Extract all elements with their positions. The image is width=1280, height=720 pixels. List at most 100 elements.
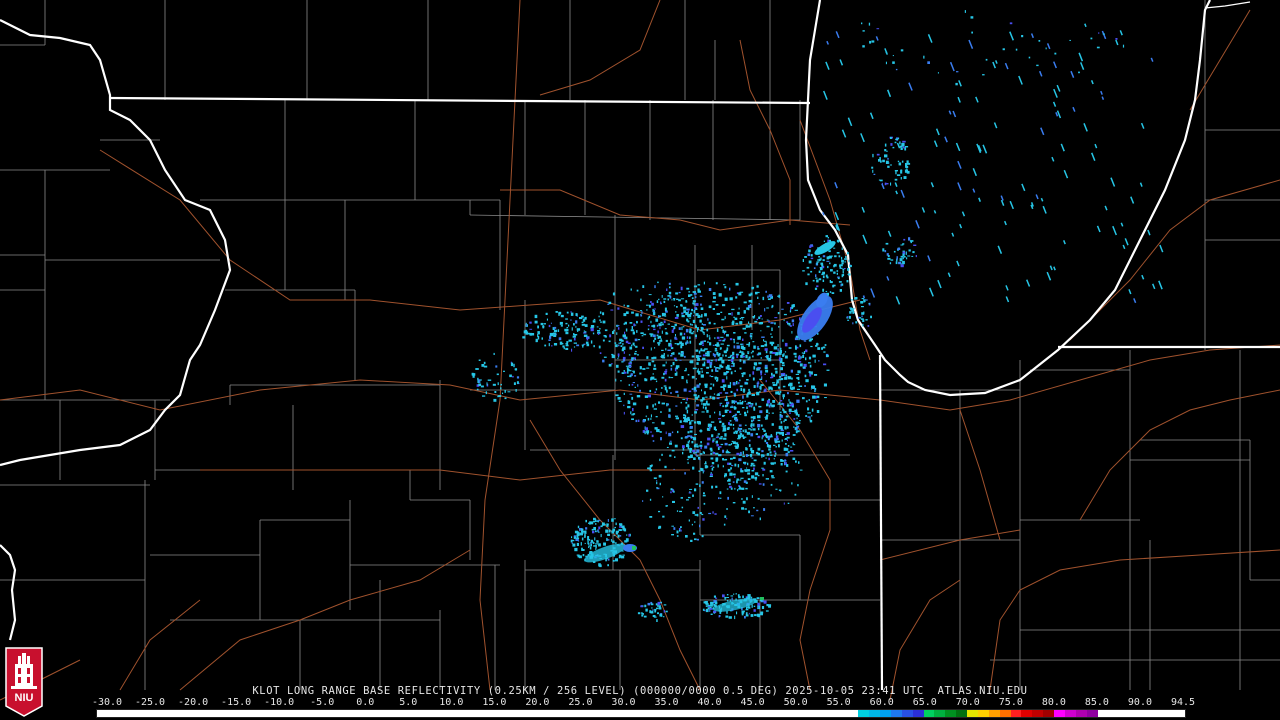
radar-echo-pixel xyxy=(716,440,718,443)
radar-echo-pixel xyxy=(736,410,740,413)
radar-echo-pixel xyxy=(707,341,709,343)
radar-echo-pixel xyxy=(758,303,760,305)
radar-echo-pixel xyxy=(778,444,780,448)
radar-echo-pixel xyxy=(819,267,823,271)
radar-echo-pixel xyxy=(838,255,841,258)
radar-echo-pixel xyxy=(694,538,697,541)
radar-echo-pixel xyxy=(693,386,697,391)
radar-echo-pixel xyxy=(720,336,724,338)
radar-echo-pixel xyxy=(696,445,699,448)
radar-echo-pixel xyxy=(696,362,699,365)
radar-echo-pixel xyxy=(798,461,800,464)
radar-echo-pixel xyxy=(714,513,717,515)
radar-echo-pixel xyxy=(724,286,727,289)
radar-echo-pixel xyxy=(649,364,652,366)
radar-echo-pixel xyxy=(634,386,636,388)
radar-echo-pixel xyxy=(775,446,777,448)
radar-echo-pixel xyxy=(573,535,577,537)
radar-echo-pixel xyxy=(742,595,744,599)
colorbar-step xyxy=(107,710,119,717)
radar-echo-pixel xyxy=(759,322,763,325)
radar-echo-pixel xyxy=(555,311,558,313)
radar-echo-pixel xyxy=(477,377,479,381)
radar-echo-pixel xyxy=(525,329,528,333)
radar-echo-pixel xyxy=(742,343,744,345)
radar-echo-pixel xyxy=(576,542,579,546)
radar-echo-pixel xyxy=(787,322,789,325)
radar-echo-pixel xyxy=(861,306,864,308)
radar-echo-pixel xyxy=(722,329,724,333)
radar-echo-pixel xyxy=(761,606,765,609)
radar-echo-pixel xyxy=(708,321,711,325)
radar-echo-pixel xyxy=(513,363,515,368)
radar-echo-pixel xyxy=(482,395,486,397)
radar-echo-pixel xyxy=(784,355,788,359)
radar-echo-pixel xyxy=(760,330,762,332)
radar-echo-pixel xyxy=(773,458,775,460)
radar-echo-pixel xyxy=(750,596,753,599)
radar-echo-pixel xyxy=(732,502,736,504)
colorbar-step xyxy=(281,710,293,717)
radar-echo-pixel xyxy=(783,502,785,505)
radar-echo-pixel xyxy=(753,605,756,607)
radar-echo-pixel xyxy=(649,498,652,501)
radar-echo-pixel xyxy=(671,431,674,434)
radar-echo-pixel xyxy=(592,530,595,534)
radar-echo-pixel xyxy=(716,313,720,315)
radar-echo-pixel xyxy=(726,334,729,337)
radar-echo-pixel xyxy=(668,432,672,437)
radar-echo-pixel xyxy=(698,470,701,472)
radar-echo-pixel xyxy=(598,345,601,349)
radar-echo-pixel xyxy=(808,399,810,401)
radar-echo-pixel xyxy=(899,258,903,262)
radar-echo-pixel xyxy=(738,424,742,427)
radar-echo-pixel xyxy=(665,431,667,435)
radar-echo-pixel xyxy=(646,356,649,359)
scale-label: 45.0 xyxy=(740,697,765,708)
colorbar-step xyxy=(1141,710,1152,717)
radar-echo-pixel xyxy=(716,344,720,347)
radar-echo-pixel xyxy=(786,432,790,435)
radar-echo-pixel xyxy=(537,334,539,338)
radar-echo-pixel xyxy=(651,607,653,609)
radar-echo-pixel xyxy=(757,474,760,477)
radar-echo-pixel xyxy=(631,344,633,347)
radar-echo-pixel xyxy=(739,318,742,320)
radar-echo-pixel xyxy=(766,319,769,321)
radar-echo-pixel xyxy=(861,298,864,300)
radar-echo-pixel xyxy=(781,374,785,376)
radar-echo-pixel xyxy=(695,337,697,339)
radar-echo-pixel xyxy=(651,464,653,467)
radar-echo-pixel xyxy=(628,354,631,356)
radar-echo-pixel xyxy=(766,325,770,328)
radar-echo-pixel xyxy=(631,326,633,330)
colorbar-step xyxy=(782,710,793,717)
radar-echo-pixel xyxy=(664,378,667,382)
radar-echo-pixel xyxy=(722,339,725,342)
radar-echo-pixel xyxy=(865,319,868,321)
scale-label: 85.0 xyxy=(1084,697,1109,708)
radar-echo-pixel xyxy=(724,598,726,601)
radar-echo-pixel xyxy=(889,164,892,166)
radar-echo-pixel xyxy=(566,311,569,314)
radar-echo-pixel xyxy=(504,390,506,393)
radar-echo-pixel xyxy=(757,348,760,350)
radar-echo-pixel xyxy=(985,58,988,61)
radar-echo-pixel xyxy=(779,347,782,350)
radar-echo-pixel xyxy=(507,391,511,393)
radar-echo-pixel xyxy=(807,273,810,276)
radar-echo-pixel xyxy=(717,433,720,435)
radar-echo-pixel xyxy=(694,521,696,523)
radar-echo-pixel xyxy=(719,420,722,423)
radar-echo-pixel xyxy=(852,312,854,314)
radar-echo-pixel xyxy=(597,520,601,522)
radar-echo-pixel xyxy=(771,327,773,331)
radar-echo-pixel xyxy=(748,444,751,447)
radar-echo-pixel xyxy=(656,480,658,482)
radar-echo-pixel xyxy=(711,376,714,378)
radar-echo-pixel xyxy=(764,388,767,392)
radar-echo-pixel xyxy=(827,236,829,239)
radar-echo-pixel xyxy=(668,343,671,347)
radar-echo-pixel xyxy=(726,427,730,430)
radar-echo-pixel xyxy=(615,378,617,382)
